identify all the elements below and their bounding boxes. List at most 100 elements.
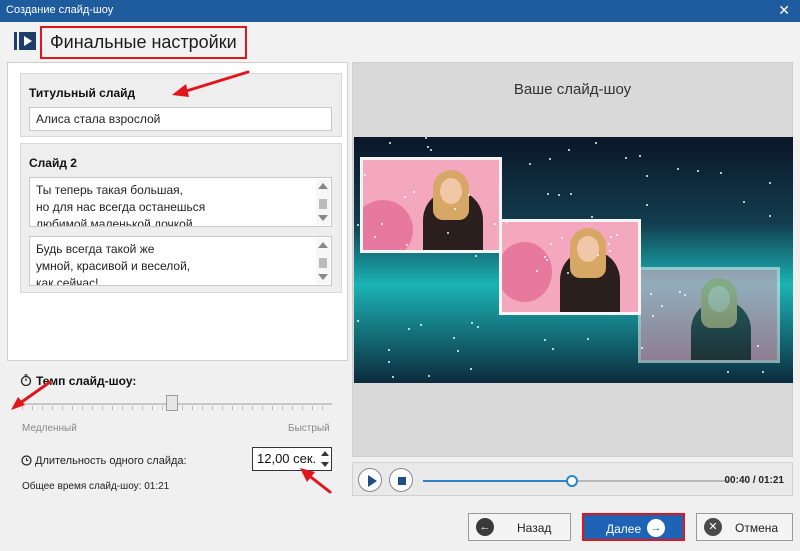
slider-tick <box>302 406 303 410</box>
speed-slider-thumb[interactable] <box>166 395 178 411</box>
sparkle-dot <box>357 320 359 322</box>
slider-tick <box>192 406 193 410</box>
sparkle-dot <box>408 328 410 330</box>
seek-thumb[interactable] <box>566 475 579 487</box>
spin-arrows-icon[interactable] <box>321 451 329 467</box>
sparkle-dot <box>552 348 554 350</box>
sparkle-dot <box>697 170 699 172</box>
sparkle-dot <box>454 208 456 210</box>
stopwatch-icon <box>20 374 32 386</box>
sparkle-dot <box>494 223 496 225</box>
slider-tick <box>222 406 223 410</box>
slider-tick <box>62 406 63 410</box>
sparkle-dot <box>677 168 679 170</box>
sparkle-dot <box>428 375 430 377</box>
sparkle-dot <box>743 201 745 203</box>
preview-photo <box>360 157 502 253</box>
sparkle-dot <box>544 256 546 258</box>
text-line: Ты теперь такая большая, <box>36 183 183 197</box>
slider-tick <box>102 406 103 410</box>
sparkle-dot <box>457 350 459 352</box>
slide-duration-stepper[interactable]: 12,00 сек. <box>252 447 332 471</box>
text-line: любимой маленькой дочкой <box>36 217 193 227</box>
close-circle-icon: ✕ <box>704 518 722 536</box>
slider-tick <box>152 406 153 410</box>
slide-duration-value: 12,00 сек. <box>257 451 317 466</box>
slider-tick <box>42 406 43 410</box>
play-icon <box>368 475 377 487</box>
slider-tick <box>142 406 143 410</box>
sparkle-dot <box>652 315 654 317</box>
stop-button[interactable] <box>389 468 413 492</box>
player-controls: 00:40 / 01:21 <box>352 462 793 496</box>
slide2-heading: Слайд 2 <box>29 156 77 170</box>
sparkle-dot <box>625 157 627 159</box>
slider-tick <box>82 406 83 410</box>
preview-photo <box>638 267 780 363</box>
clock-icon <box>21 455 32 466</box>
slider-tick <box>312 406 313 410</box>
sparkle-dot <box>388 361 390 363</box>
sparkle-dot <box>769 215 771 217</box>
slider-tick <box>262 406 263 410</box>
sparkle-dot <box>477 326 479 328</box>
sparkle-dot <box>536 270 538 272</box>
sparkle-dot <box>468 194 470 196</box>
sparkle-dot <box>727 371 729 373</box>
sparkle-dot <box>374 236 376 238</box>
sparkle-dot <box>567 272 569 274</box>
sparkle-dot <box>591 216 593 218</box>
slider-tick <box>112 406 113 410</box>
slider-tick <box>252 406 253 410</box>
slider-tick <box>282 406 283 410</box>
sparkle-dot <box>546 259 548 261</box>
sparkle-dot <box>608 243 610 245</box>
speed-label: Темп слайд-шоу: <box>36 374 137 388</box>
sparkle-dot <box>388 349 390 351</box>
cancel-button[interactable]: ✕ Отмена <box>696 513 793 541</box>
slider-tick <box>232 406 233 410</box>
back-button[interactable]: ← Назад <box>468 513 571 541</box>
sparkle-dot <box>650 293 652 295</box>
sparkle-dot <box>447 232 449 234</box>
preview-panel: Ваше слайд-шоу <box>352 62 793 457</box>
sparkle-dot <box>646 175 648 177</box>
sparkle-dot <box>420 324 422 326</box>
close-icon[interactable]: ✕ <box>778 2 790 19</box>
slide-duration-label: Длительность одного слайда: <box>35 455 187 467</box>
text-line: Будь всегда такой же <box>36 242 155 256</box>
seek-bar[interactable] <box>423 475 728 487</box>
sparkle-dot <box>558 194 560 196</box>
play-button[interactable] <box>358 468 382 492</box>
preview-title: Ваше слайд-шоу <box>513 81 632 98</box>
slides-text-panel: Титульный слайд Алиса стала взрослой Сла… <box>7 62 348 361</box>
sparkle-dot <box>561 237 563 239</box>
preview-photo <box>499 219 641 315</box>
next-button[interactable]: Далее → <box>582 513 685 541</box>
sparkle-dot <box>470 368 472 370</box>
sparkle-dot <box>357 224 359 226</box>
sparkle-dot <box>762 371 764 373</box>
page-header: Финальные настройки <box>0 22 800 62</box>
text-line: но для нас всегда останешься <box>36 200 206 214</box>
slide2-text1[interactable]: Ты теперь такая большая, но для нас всег… <box>29 177 332 227</box>
slider-tick <box>242 406 243 410</box>
sparkle-dot <box>425 137 427 139</box>
textarea-scrollbar[interactable] <box>316 238 330 284</box>
total-duration-text: Общее время слайд-шоу: 01:21 <box>22 481 170 492</box>
sparkle-dot <box>679 291 681 293</box>
sparkle-dot <box>597 254 599 256</box>
sparkle-dot <box>641 347 643 349</box>
textarea-scrollbar[interactable] <box>316 179 330 225</box>
page-title: Финальные настройки <box>40 26 247 59</box>
sparkle-dot <box>453 337 455 339</box>
sparkle-dot <box>364 174 366 176</box>
sparkle-dot <box>427 146 429 148</box>
slide2-text2[interactable]: Будь всегда такой же умной, красивой и в… <box>29 236 332 286</box>
slider-tick <box>212 406 213 410</box>
playback-time: 00:40 / 01:21 <box>724 475 785 486</box>
slider-tick <box>292 406 293 410</box>
title-slide-input[interactable]: Алиса стала взрослой <box>29 107 332 131</box>
sparkle-dot <box>757 345 759 347</box>
window-titlebar: Создание слайд-шоу ✕ <box>0 0 800 22</box>
